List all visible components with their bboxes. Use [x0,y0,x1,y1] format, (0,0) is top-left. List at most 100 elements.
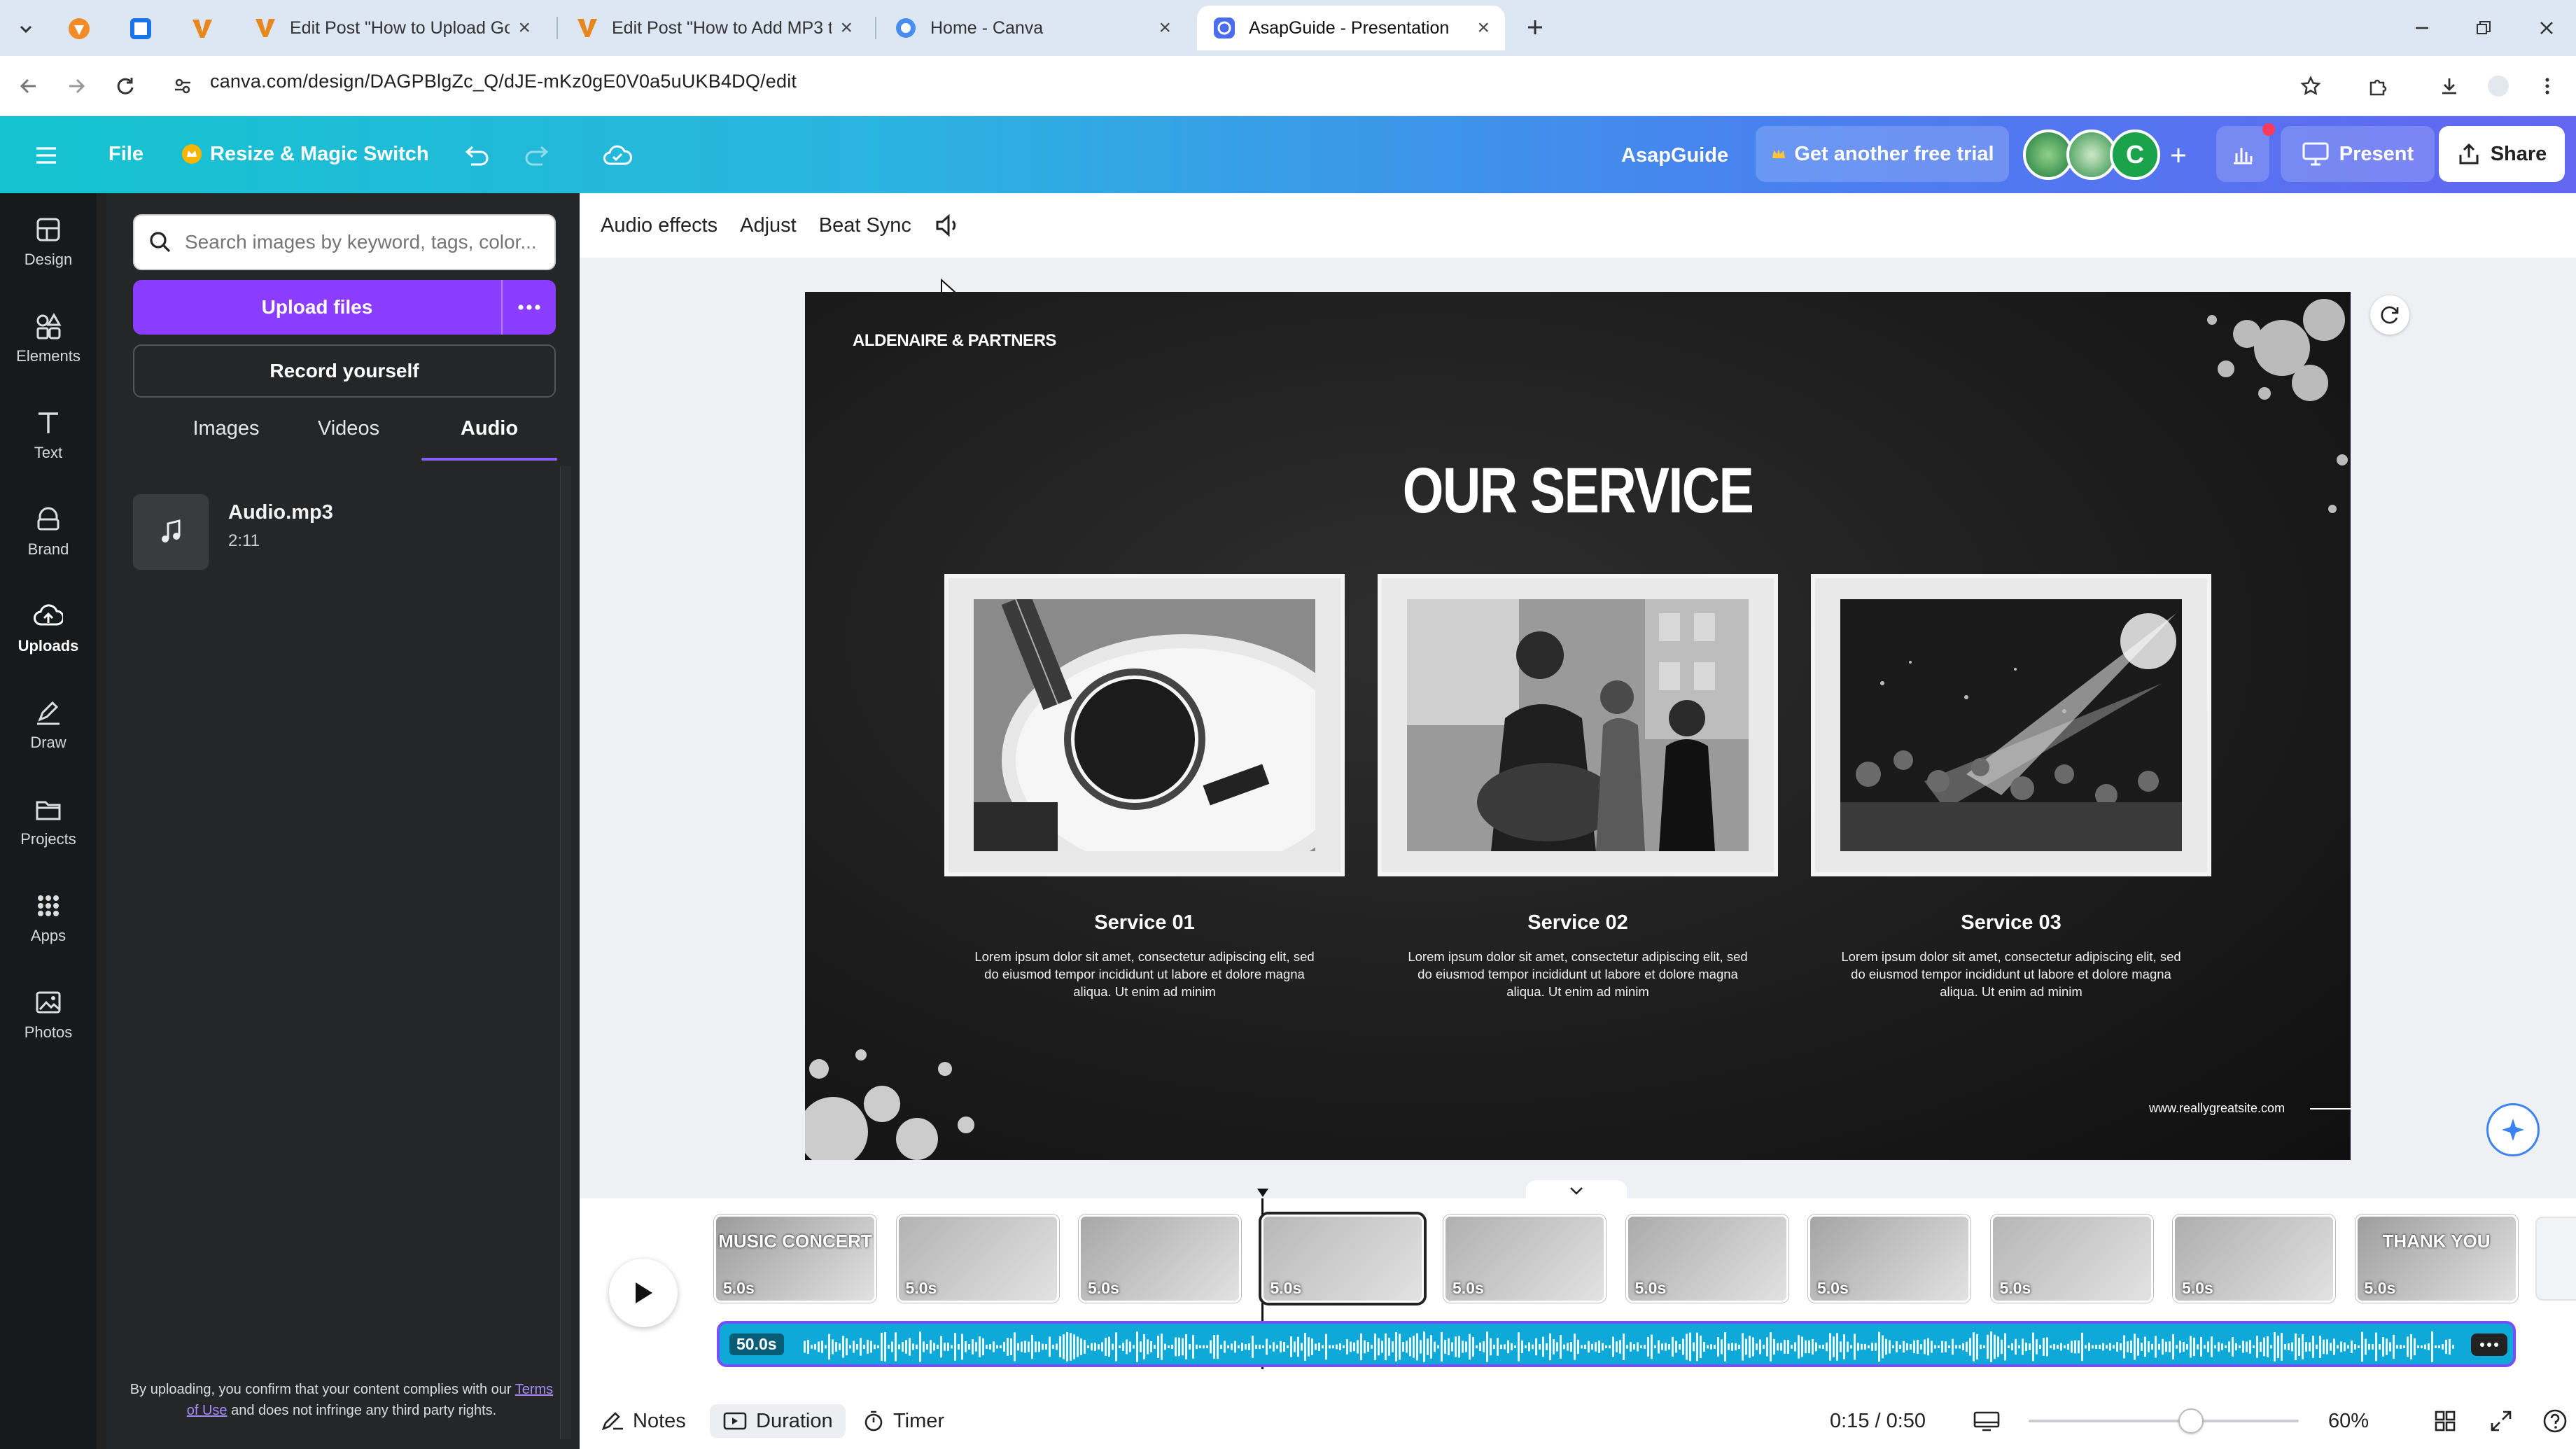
main-menu-button[interactable] [31,140,62,171]
extensions-button[interactable] [2360,69,2395,104]
brand-logo-text[interactable]: ALDENAIRE & PARTNERS [853,331,1056,351]
duration-button[interactable]: Duration [710,1404,846,1438]
play-button[interactable] [609,1259,678,1327]
upload-more-button[interactable] [501,280,556,335]
service-title[interactable]: Service 02 [1382,911,1774,934]
get-free-trial-button[interactable]: Get another free trial [1756,126,2009,182]
browser-menu-button[interactable] [2530,69,2565,104]
rail-uploads[interactable]: Uploads [0,587,97,671]
downloads-button[interactable] [2432,69,2467,104]
page-thumbnail[interactable]: 5.0s [896,1214,1059,1303]
magic-assistant-button[interactable] [2486,1103,2540,1156]
tab-edit-post-upload[interactable]: Edit Post "How to Upload Goog × [238,6,546,50]
adjust-button[interactable]: Adjust [740,214,797,237]
tab-edit-post-mp3[interactable]: Edit Post "How to Add MP3 to × [560,6,868,50]
insights-button[interactable] [2216,126,2269,182]
bookmark-button[interactable] [2293,69,2328,104]
new-tab-button[interactable] [1519,11,1551,43]
pinned-tab[interactable] [188,14,217,43]
panel-scrollbar[interactable] [97,193,106,1449]
page-thumbnail[interactable]: 5.0s [1808,1214,1970,1303]
tab-images[interactable]: Images [174,417,279,456]
design-name[interactable]: AsapGuide [1621,144,1728,167]
tab-asapguide-presentation[interactable]: AsapGuide - Presentation × [1197,6,1505,50]
page-thumbnail[interactable]: 5.0s [1443,1214,1606,1303]
zoom-slider[interactable] [2029,1408,2299,1434]
close-icon[interactable]: × [518,16,531,40]
add-page-button[interactable] [2535,1217,2576,1301]
undo-button[interactable] [459,140,493,171]
service-title[interactable]: Service 01 [948,911,1340,934]
service-title[interactable]: Service 03 [1815,911,2207,934]
zoom-level[interactable]: 60% [2328,1404,2369,1438]
close-icon[interactable]: × [1477,16,1490,40]
url-text[interactable]: canva.com/design/DAGPBlgZc_Q/dJE-mKz0gE0… [210,71,797,92]
timeline-collapse-handle[interactable] [1526,1180,1627,1201]
tab-search-button[interactable] [10,13,42,45]
add-collaborator-button[interactable] [2163,140,2194,171]
present-button[interactable]: Present [2281,126,2435,182]
close-window-button[interactable] [2533,14,2561,42]
slide-title[interactable]: OUR SERVICE [944,454,2212,528]
audio-item[interactable]: Audio.mp3 2:11 [133,494,539,571]
site-info-button[interactable] [165,69,200,104]
search-box[interactable] [133,214,556,270]
resize-magic-switch-button[interactable]: Resize & Magic Switch [172,126,438,182]
service-description[interactable]: Lorem ipsum dolor sit amet, consectetur … [973,948,1316,1000]
page-thumbnail[interactable]: 5.0s [2173,1214,2335,1303]
audio-effects-button[interactable]: Audio effects [601,214,718,237]
rail-design[interactable]: Design [0,200,97,284]
list-scrollbar[interactable] [560,466,571,1439]
rail-photos[interactable]: Photos [0,973,97,1057]
service-photo-frame[interactable] [1382,578,1774,872]
page-view-button[interactable] [1973,1404,2001,1438]
tab-videos[interactable]: Videos [293,417,405,456]
service-description[interactable]: Lorem ipsum dolor sit amet, consectetur … [1840,948,2183,1000]
close-icon[interactable]: × [1158,16,1171,40]
close-icon[interactable]: × [840,16,853,40]
back-button[interactable] [11,69,46,104]
pinned-tab[interactable] [64,14,94,43]
restore-button[interactable] [2470,14,2498,42]
tab-audio[interactable]: Audio [423,417,556,456]
notes-button[interactable]: Notes [601,1404,686,1438]
page-thumbnail[interactable]: 5.0s [1079,1214,1241,1303]
collaborator-avatar[interactable]: C [2110,130,2160,180]
volume-icon[interactable] [934,213,962,238]
page-thumbnail[interactable]: 5.0s [1625,1214,1788,1303]
profile-button[interactable] [2481,69,2516,104]
rail-text[interactable]: Text [0,393,97,477]
timer-button[interactable]: Timer [862,1404,944,1438]
pinned-tab[interactable] [126,14,155,43]
minimize-button[interactable] [2408,14,2436,42]
page-thumbnail[interactable]: 5.0s [1990,1214,2153,1303]
fullscreen-button[interactable] [2489,1404,2513,1438]
rail-draw[interactable]: Draw [0,683,97,767]
website-text[interactable]: www.reallygreatsite.com [2149,1101,2285,1116]
audio-options-button[interactable] [2471,1334,2507,1356]
slide-canvas[interactable]: ALDENAIRE & PARTNERS OUR SERVICE Service… [805,292,2351,1160]
refresh-comment-button[interactable] [2370,295,2409,335]
page-thumbnail[interactable]: 5.0s [1261,1214,1424,1303]
rail-projects[interactable]: Projects [0,780,97,864]
zoom-slider-thumb[interactable] [2178,1408,2204,1434]
share-button[interactable]: Share [2439,126,2565,182]
rail-apps[interactable]: Apps [0,876,97,960]
service-photo-frame[interactable] [948,578,1340,872]
redo-button[interactable] [521,140,554,171]
service-description[interactable]: Lorem ipsum dolor sit amet, consectetur … [1406,948,1749,1000]
tab-home-canva[interactable]: Home - Canva × [878,6,1186,50]
page-thumbnail[interactable]: THANK YOU 5.0s [2355,1214,2518,1303]
page-thumbnail[interactable]: MUSIC CONCERT 5.0s [714,1214,876,1303]
cloud-save-status[interactable] [599,140,636,171]
beat-sync-button[interactable]: Beat Sync [819,214,911,237]
rail-brand[interactable]: Brand [0,490,97,574]
grid-view-button[interactable] [2433,1404,2457,1438]
search-input[interactable] [185,231,549,253]
forward-button[interactable] [59,69,94,104]
reload-button[interactable] [108,69,143,104]
file-menu[interactable]: File [108,143,144,166]
upload-files-button[interactable]: Upload files [133,280,556,335]
help-button[interactable] [2542,1404,2568,1438]
audio-track[interactable]: 50.0s [717,1321,2516,1367]
